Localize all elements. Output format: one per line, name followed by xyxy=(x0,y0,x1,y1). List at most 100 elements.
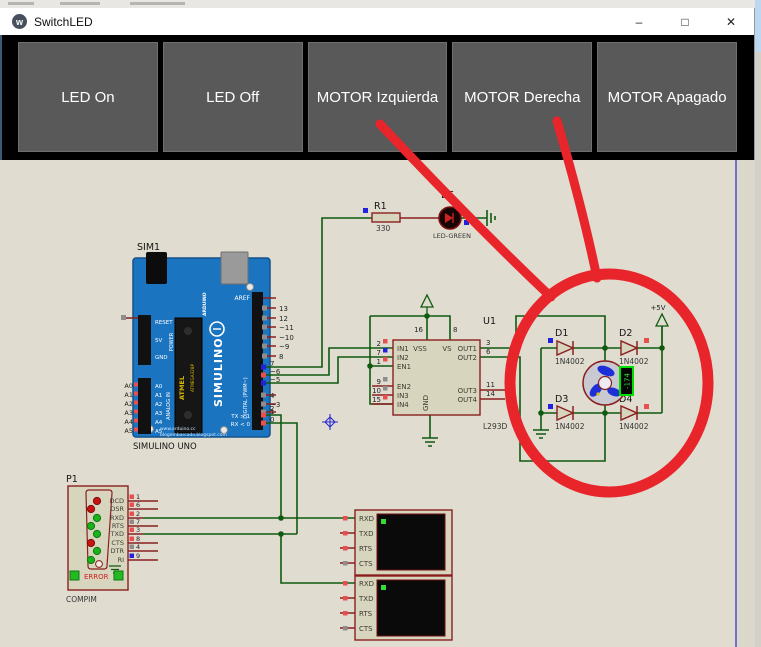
led-d5[interactable]: D5 LED-GREEN xyxy=(433,190,471,240)
error-led xyxy=(69,570,80,581)
terminal1-stubs xyxy=(340,516,355,566)
t1-txd-label: TXD xyxy=(358,530,373,538)
d2-probe-marker xyxy=(644,338,649,343)
a3-label: A3 xyxy=(155,411,163,417)
d1-probe-marker xyxy=(548,338,553,343)
power-jack xyxy=(146,252,167,284)
r1-value: 330 xyxy=(376,224,391,233)
close-button[interactable]: ✕ xyxy=(708,8,754,35)
a5-ext-label: A5 xyxy=(124,427,133,435)
p1-part-label: COMPIM xyxy=(66,595,97,604)
in1-label: IN1 xyxy=(397,345,409,353)
power-header xyxy=(138,315,151,365)
background-window-edge-right xyxy=(755,0,761,52)
analog-labels-outer: A0 A1 A2 A3 A4 A5 xyxy=(124,382,133,435)
motor-shaft xyxy=(597,375,613,391)
origin-crosshair-icon xyxy=(322,414,338,430)
u1-pin2-marker xyxy=(383,339,388,344)
maximize-button[interactable]: □ xyxy=(662,8,708,35)
circuit-svg: SIM1 ATMEL ATMEGA328P ARDUINO SIMULINO R… xyxy=(66,160,755,647)
a4-label: A4 xyxy=(155,420,163,426)
motor-brush xyxy=(596,392,600,396)
t2-rts-label: RTS xyxy=(359,610,373,618)
dsr-label: DSR xyxy=(110,505,124,513)
terminal1-screen xyxy=(376,513,446,571)
power-title: POWER xyxy=(169,332,175,351)
virtual-terminal-2[interactable]: RXD TXD RTS CTS xyxy=(340,575,453,641)
cts-label: CTS xyxy=(111,539,124,547)
u1-pin1-marker xyxy=(383,357,388,362)
a2-ext-label: A2 xyxy=(124,400,133,408)
led-on-button[interactable]: LED On xyxy=(18,42,158,152)
out1-label: OUT1 xyxy=(458,345,477,353)
resistor-r1[interactable]: R1 330 xyxy=(363,201,439,233)
app-window: w SwitchLED – □ ✕ LED On LED Off MOTOR I… xyxy=(0,8,755,647)
u1-pin9-marker xyxy=(383,377,388,382)
compim-p1[interactable]: P1 DCD DSR RXD RTS TXD CTS DTR RI 1 6 2 … xyxy=(66,474,158,604)
pin4-label: 4 xyxy=(270,392,275,400)
en1-label: EN1 xyxy=(397,363,411,371)
vcc-label: +5V xyxy=(650,304,665,312)
pin8-label: 8 xyxy=(279,353,283,361)
motor-izquierda-button[interactable]: MOTOR Izquierda xyxy=(307,42,448,152)
aref-label: AREF xyxy=(234,295,250,302)
led-off-button[interactable]: LED Off xyxy=(162,42,303,152)
diode-d2[interactable]: D2 1N4002 xyxy=(619,328,649,366)
5v-label: 5V xyxy=(155,338,162,344)
rts-label: RTS xyxy=(112,522,124,530)
u1-gnd-label: GND xyxy=(422,395,430,411)
sim1-ref: SIM1 xyxy=(137,242,160,253)
reset-label: RESET xyxy=(155,320,173,326)
a0-ext-label: A0 xyxy=(124,382,133,390)
in3-label: IN3 xyxy=(397,392,409,400)
chip-model-label: ATMEGA328P xyxy=(190,364,195,392)
a2-label: A2 xyxy=(155,402,162,408)
u1-pin10-num: 10 xyxy=(372,387,381,395)
compim-num-6: 6 xyxy=(136,501,140,509)
arduino-simulino-uno[interactable]: SIM1 ATMEL ATMEGA328P ARDUINO SIMULINO R… xyxy=(121,242,294,438)
motor-apagado-button[interactable]: MOTOR Apagado xyxy=(597,42,737,152)
d5-part-label: LED-GREEN xyxy=(433,232,471,240)
motor-rpm-value: -174 xyxy=(624,373,632,389)
u1-pin2-num: 2 xyxy=(377,340,381,348)
u1-pin10-marker xyxy=(383,386,388,391)
t2-rxd-label: RXD xyxy=(359,580,374,588)
diode-d1[interactable]: D1 1N4002 xyxy=(555,328,585,366)
compim-num-4: 4 xyxy=(136,543,140,551)
pin6-label: ~6 xyxy=(270,368,281,376)
app-icon: w xyxy=(12,14,27,29)
ic-l293d[interactable]: U1 L293D IN1 IN2 EN1 EN2 IN3 IN4 VSS VS … xyxy=(372,316,507,431)
mount-hole xyxy=(246,283,254,291)
virtual-terminal-1[interactable]: RXD TXD RTS CTS xyxy=(340,509,453,576)
d3-part: 1N4002 xyxy=(555,422,585,431)
reset-pin-marker xyxy=(121,315,126,320)
r1-probe-marker xyxy=(363,208,368,213)
terminal1-cursor xyxy=(381,519,386,524)
window-controls: – □ ✕ xyxy=(616,8,754,35)
d1-ref: D1 xyxy=(555,328,568,339)
u1-pin8-num: 8 xyxy=(453,326,457,334)
wire-out1 xyxy=(480,315,606,349)
pin12-label: 12 xyxy=(279,315,288,323)
d3-probe-marker xyxy=(548,404,553,409)
compim-num-3: 3 xyxy=(136,526,140,534)
u1-pin15-marker xyxy=(383,395,388,400)
u1-pin11-num: 11 xyxy=(486,381,495,389)
compim-num-8: 8 xyxy=(136,535,140,543)
motor-rpm-display: -174 xyxy=(619,366,634,396)
schematic-canvas: SIM1 ATMEL ATMEGA328P ARDUINO SIMULINO R… xyxy=(0,160,755,647)
compim-num-1: 1 xyxy=(136,493,140,501)
minimize-button[interactable]: – xyxy=(616,8,662,35)
u1-part-label: L293D xyxy=(483,422,507,431)
motor-derecha-button[interactable]: MOTOR Derecha xyxy=(452,42,593,152)
gnd-label: GND xyxy=(155,355,168,361)
in4-label: IN4 xyxy=(397,401,409,409)
error-label: ERROR xyxy=(84,573,109,581)
pin0-label: 0 xyxy=(270,416,274,424)
d3-ref: D3 xyxy=(555,394,568,405)
a3-ext-label: A3 xyxy=(124,409,133,417)
chip-brand-label: ATMEL xyxy=(178,376,186,400)
u1-pin6-num: 6 xyxy=(486,348,491,356)
screen: w SwitchLED – □ ✕ LED On LED Off MOTOR I… xyxy=(0,0,761,647)
window-title: SwitchLED xyxy=(34,14,93,29)
